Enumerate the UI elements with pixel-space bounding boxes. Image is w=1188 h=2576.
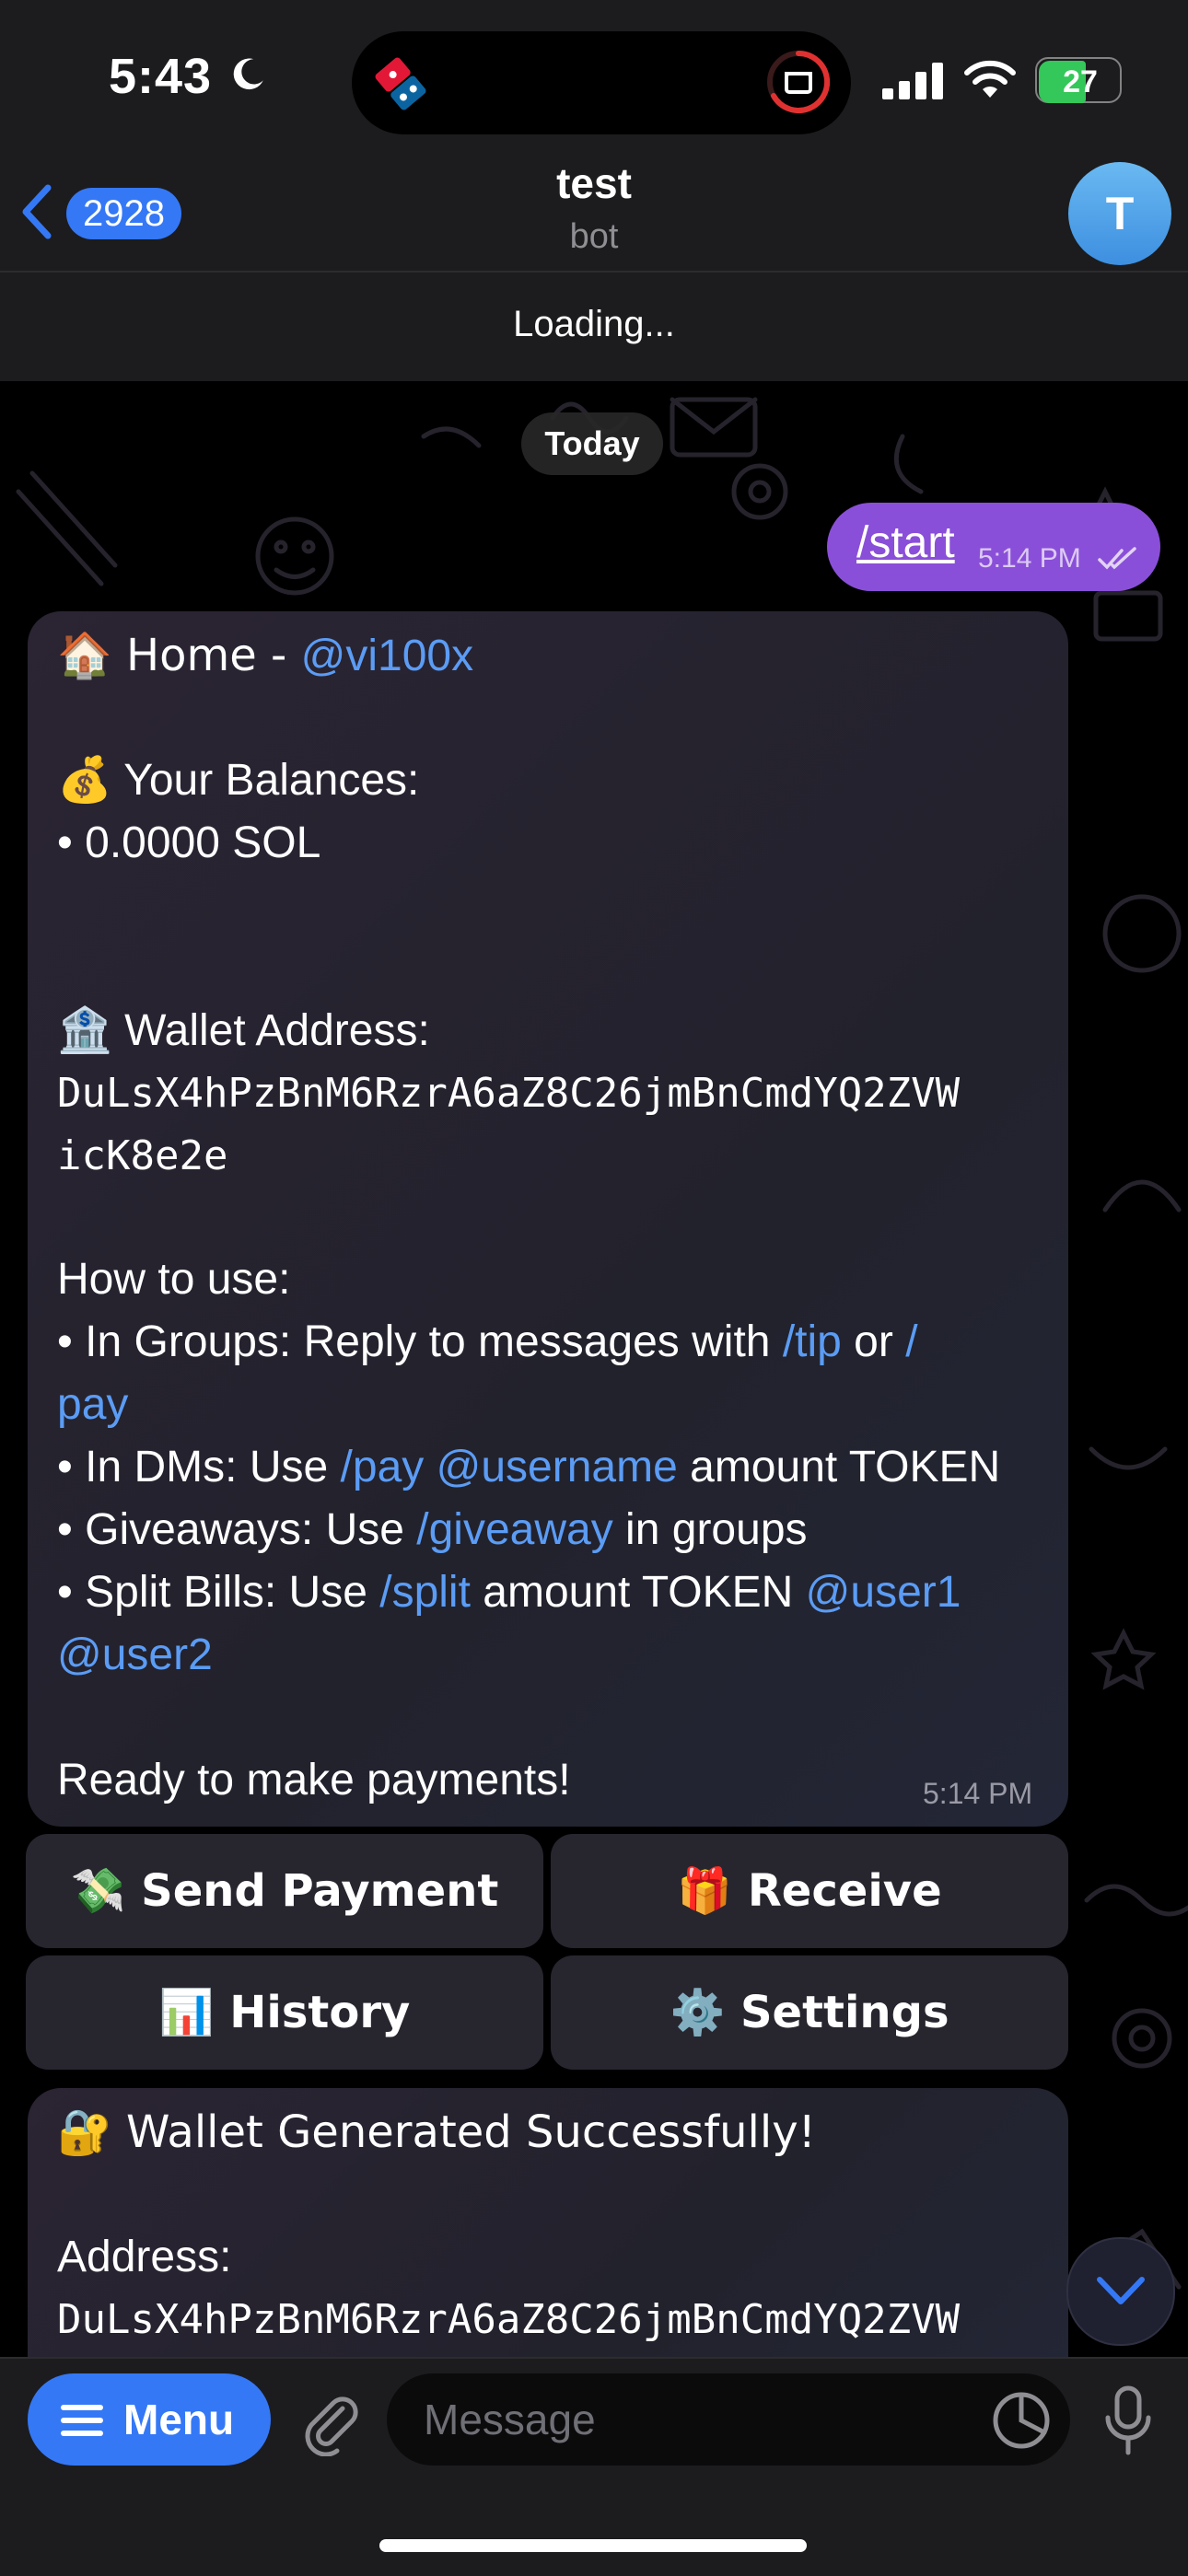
loading-text: Loading...: [513, 304, 675, 344]
paperclip-icon[interactable]: [295, 2386, 365, 2456]
message-input[interactable]: [387, 2373, 1070, 2466]
pay-command-link[interactable]: /pay: [341, 1443, 425, 1491]
split-line-text: • Split Bills: Use: [57, 1568, 380, 1617]
send-payment-button[interactable]: 💸 Send Payment: [26, 1834, 543, 1948]
user1-mention-link[interactable]: @user1: [806, 1568, 961, 1617]
balances-label: 💰 Your Balances:: [57, 756, 420, 805]
home-line-label: 🏠 Home -: [57, 630, 301, 681]
ready-text: Ready to make payments!: [57, 1756, 571, 1804]
how-to-heading: How to use:: [57, 1255, 291, 1304]
address-label: Address:: [57, 2233, 232, 2281]
giveaway-suffix-text: in groups: [612, 1505, 808, 1554]
home-line: 🏠 Home - @vi100x: [57, 624, 473, 688]
mention-link[interactable]: @vi100x: [301, 632, 473, 680]
sticker-icon[interactable]: [991, 2390, 1052, 2451]
hamburger-icon: [61, 2405, 103, 2436]
outgoing-message-time: 5:14 PM: [978, 543, 1081, 574]
menu-label: Menu: [123, 2396, 235, 2443]
split-mid-text: amount TOKEN: [470, 1568, 806, 1617]
outgoing-command-link[interactable]: /start: [856, 517, 955, 568]
chevron-down-icon: [1097, 2277, 1145, 2304]
groups-or-text: or: [841, 1317, 906, 1366]
moon-icon: [233, 58, 263, 90]
giveaway-line-text: • Giveaways: Use: [57, 1505, 417, 1554]
tip-command-link[interactable]: /tip: [783, 1317, 842, 1366]
home-indicator: [379, 2539, 807, 2552]
wallet-address-label: 🏦 Wallet Address:: [57, 1006, 430, 1055]
dms-suffix-text: amount TOKEN: [677, 1443, 1001, 1491]
giveaway-command-link[interactable]: /giveaway: [416, 1505, 612, 1554]
dms-line: • In DMs: Use /pay @username amount TOKE…: [57, 1436, 1000, 1499]
settings-button[interactable]: ⚙️ Settings: [551, 1955, 1068, 2070]
groups-line-text: • In Groups: Reply to messages with: [57, 1317, 783, 1366]
balance-sol: • 0.0000 SOL: [57, 818, 321, 867]
generated-wallet-address[interactable]: DuLsX4hPzBnM6RzrA6aZ8C26jmBnCmdYQ2ZVW: [57, 2289, 960, 2351]
chat-title[interactable]: test: [0, 158, 1188, 208]
wifi-icon: [964, 60, 1016, 98]
split-command-link[interactable]: /split: [379, 1568, 471, 1617]
scroll-to-bottom-button[interactable]: [1066, 2237, 1175, 2346]
double-check-icon: [1098, 547, 1136, 570]
battery-percent: 27: [1063, 64, 1098, 99]
groups-line: • In Groups: Reply to messages with /tip…: [57, 1311, 918, 1374]
bot-message-time: 5:14 PM: [923, 1777, 1033, 1810]
pay-command-link-slash[interactable]: /: [905, 1317, 917, 1366]
split-line: • Split Bills: Use /split amount TOKEN @…: [57, 1561, 961, 1624]
microphone-icon[interactable]: [1101, 2385, 1155, 2458]
dms-line-text: • In DMs: Use: [57, 1443, 341, 1491]
dominos-icon: [375, 57, 426, 110]
wallet-generated-title: 🔐 Wallet Generated Successfully!: [57, 2106, 816, 2158]
history-button[interactable]: 📊 History: [26, 1955, 543, 2070]
giveaway-line: • Giveaways: Use /giveaway in groups: [57, 1499, 808, 1561]
avatar[interactable]: T: [1068, 162, 1171, 265]
delivery-progress-icon: [767, 50, 831, 113]
wallet-address-line-1[interactable]: DuLsX4hPzBnM6RzrA6aZ8C26jmBnCmdYQ2ZVW: [57, 1062, 960, 1125]
status-time: 5:43: [109, 49, 213, 104]
bot-menu-button[interactable]: Menu: [28, 2373, 271, 2466]
username-mention-link[interactable]: @username: [437, 1443, 678, 1491]
user2-mention-link[interactable]: @user2: [57, 1624, 213, 1687]
wallet-address-line-2[interactable]: icK8e2e: [57, 1125, 227, 1188]
battery-indicator: 27: [1035, 57, 1122, 103]
chat-subtitle: bot: [569, 217, 619, 256]
receive-button[interactable]: 🎁 Receive: [551, 1834, 1068, 1948]
pay-command-link-word[interactable]: pay: [57, 1374, 128, 1436]
cellular-signal-icon: [882, 63, 943, 99]
date-separator: Today: [521, 412, 663, 475]
